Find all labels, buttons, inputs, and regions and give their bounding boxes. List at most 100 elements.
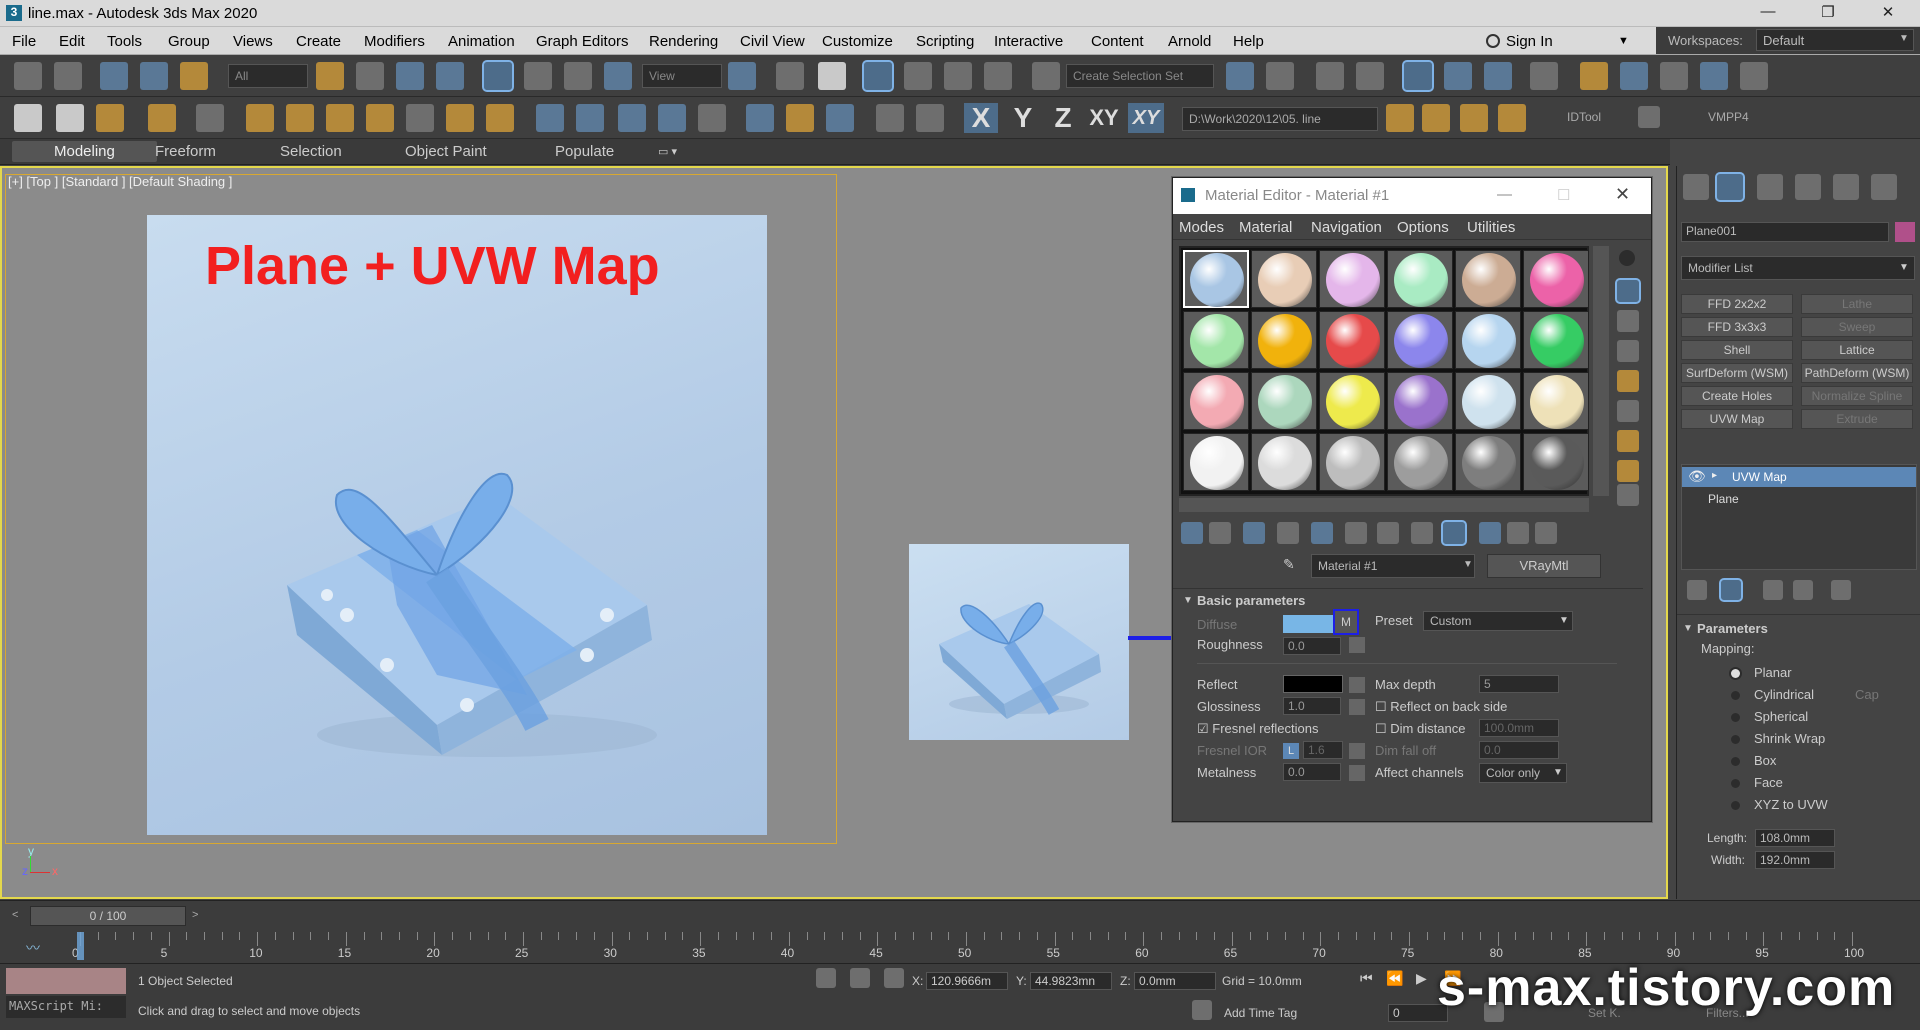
chess-icon[interactable]	[536, 104, 564, 132]
make-unique-icon[interactable]	[1345, 522, 1367, 544]
reflect-map-slot[interactable]	[1349, 677, 1365, 693]
menu-create[interactable]: Create	[296, 33, 341, 50]
render-frame-icon[interactable]	[96, 104, 124, 132]
signin-dropdown-icon[interactable]: ▼	[1618, 35, 1629, 47]
diffuse-map-button[interactable]: M	[1333, 609, 1359, 635]
object-color-swatch[interactable]	[1895, 222, 1915, 242]
modifier-button[interactable]: FFD 3x3x3	[1681, 317, 1793, 337]
scene-explorer-icon[interactable]	[1316, 62, 1344, 90]
glossiness-spinner[interactable]: 1.0	[1283, 697, 1341, 715]
me-close-button[interactable]: ✕	[1615, 184, 1630, 205]
schematic-view-icon[interactable]	[1484, 62, 1512, 90]
select-move-icon[interactable]	[482, 60, 514, 92]
angle-snap-icon[interactable]	[904, 62, 932, 90]
align-icon[interactable]	[1266, 62, 1294, 90]
sample-uv-tiling-icon[interactable]	[1617, 340, 1639, 362]
named-selection-dropdown[interactable]: Create Selection Set	[1066, 64, 1214, 88]
visibility-eye-icon[interactable]: 👁	[1688, 468, 1706, 485]
motion-tab-icon[interactable]	[1795, 174, 1821, 200]
isolate-selection-icon[interactable]	[816, 968, 836, 988]
workspaces-dropdown[interactable]: Default	[1756, 29, 1914, 51]
modifier-button[interactable]: Sweep	[1801, 317, 1913, 337]
render-window-icon[interactable]	[826, 104, 854, 132]
material-slot[interactable]	[1251, 372, 1317, 430]
material-slot[interactable]	[1455, 433, 1521, 491]
remove-modifier-icon[interactable]	[1793, 580, 1813, 600]
select-by-material-icon[interactable]	[1617, 460, 1639, 482]
material-balls-icon[interactable]	[786, 104, 814, 132]
slots-hscrollbar[interactable]	[1179, 498, 1589, 512]
stack-item-plane[interactable]: Plane	[1682, 489, 1916, 509]
material-slot[interactable]	[1251, 433, 1317, 491]
workspaces-chevron-icon[interactable]: ▼	[1899, 33, 1909, 44]
redo-icon[interactable]	[54, 62, 82, 90]
show-end-result-stack-icon[interactable]	[1719, 578, 1743, 602]
select-by-name-icon[interactable]	[356, 62, 384, 90]
material-slot[interactable]	[1523, 250, 1589, 308]
axis-z-button[interactable]: Z	[1046, 103, 1080, 133]
create-tab-icon[interactable]	[1683, 174, 1709, 200]
material-slot[interactable]	[1319, 311, 1385, 369]
select-rotate-icon[interactable]	[524, 62, 552, 90]
script-tool-icon-2[interactable]	[1422, 104, 1450, 132]
minimize-button[interactable]: —	[1748, 3, 1788, 20]
torus-primitive-icon[interactable]	[326, 104, 354, 132]
options-icon[interactable]	[1617, 430, 1639, 452]
tab-populate[interactable]: Populate	[555, 143, 614, 160]
preset-dropdown[interactable]: Custom	[1423, 611, 1573, 631]
modifier-button[interactable]: UVW Map	[1681, 409, 1793, 429]
make-unique-stack-icon[interactable]	[1763, 580, 1783, 600]
parameters-title[interactable]: Parameters	[1697, 621, 1768, 636]
menu-content[interactable]: Content	[1091, 33, 1144, 50]
tab-modeling[interactable]: Modeling	[12, 141, 157, 162]
basic-parameters-title[interactable]: Basic parameters	[1197, 593, 1305, 608]
figure-icon[interactable]	[618, 104, 646, 132]
copy-tool-icon[interactable]	[876, 104, 904, 132]
script-tool-icon-3[interactable]	[1460, 104, 1488, 132]
utilities-tab-icon[interactable]	[1871, 174, 1897, 200]
tab-selection[interactable]: Selection	[280, 143, 342, 160]
modifier-button[interactable]: SurfDeform (WSM)	[1681, 363, 1793, 383]
me-minimize-button[interactable]: —	[1497, 186, 1512, 203]
material-name-chevron-icon[interactable]: ▼	[1463, 559, 1473, 570]
me-menu-material[interactable]: Material	[1239, 219, 1292, 236]
selection-filter-dropdown[interactable]: All	[228, 64, 308, 88]
axis-xy-cycle-button[interactable]: XY	[1128, 103, 1164, 133]
menu-customize[interactable]: Customize	[822, 33, 893, 50]
material-slot[interactable]	[1455, 311, 1521, 369]
menu-file[interactable]: File	[12, 33, 36, 50]
reflect-color-swatch[interactable]	[1283, 675, 1343, 693]
script-tool-icon-4[interactable]	[1498, 104, 1526, 132]
sample-type-icon[interactable]	[1619, 250, 1635, 266]
snaps-toggle-icon[interactable]	[862, 60, 894, 92]
ribbon-toggle-icon[interactable]	[1402, 60, 1434, 92]
configure-sets-icon[interactable]	[1831, 580, 1851, 600]
textured-plane[interactable]: Plane + UVW Map	[147, 215, 767, 835]
metalness-spinner[interactable]: 0.0	[1283, 763, 1341, 781]
material-type-button[interactable]: VRayMtl	[1487, 554, 1601, 578]
max-depth-spinner[interactable]: 5	[1479, 675, 1559, 693]
fresnel-ior-spinner[interactable]: 1.6	[1303, 741, 1343, 759]
material-slot[interactable]	[1387, 372, 1453, 430]
parameters-toggle-icon[interactable]: ▼	[1683, 623, 1693, 634]
time-next-button[interactable]: >	[192, 909, 198, 921]
axis-y-button[interactable]: Y	[1006, 103, 1040, 133]
menu-tools[interactable]: Tools	[107, 33, 142, 50]
put-to-library-icon[interactable]	[1377, 522, 1399, 544]
pill-icon[interactable]	[576, 104, 604, 132]
box-primitive-icon[interactable]	[246, 104, 274, 132]
rendered-frame-icon[interactable]	[1620, 62, 1648, 90]
length-spinner[interactable]: 108.0mm	[1755, 829, 1835, 847]
glossiness-map-slot[interactable]	[1349, 699, 1365, 715]
tab-object-paint[interactable]: Object Paint	[405, 143, 487, 160]
window-crossing-icon[interactable]	[436, 62, 464, 90]
metalness-map-slot[interactable]	[1349, 765, 1365, 781]
material-slot[interactable]	[1523, 372, 1589, 430]
preset-chevron-icon[interactable]: ▼	[1559, 615, 1569, 626]
gear-tool-icon[interactable]	[196, 104, 224, 132]
material-slot[interactable]	[1183, 372, 1249, 430]
mapping-box-radio[interactable]: Box	[1731, 753, 1776, 768]
mapping-spherical-radio[interactable]: Spherical	[1731, 709, 1808, 724]
menu-graph-editors[interactable]: Graph Editors	[536, 33, 629, 50]
fresnel-checkbox[interactable]: ☑ Fresnel reflections	[1197, 721, 1319, 737]
